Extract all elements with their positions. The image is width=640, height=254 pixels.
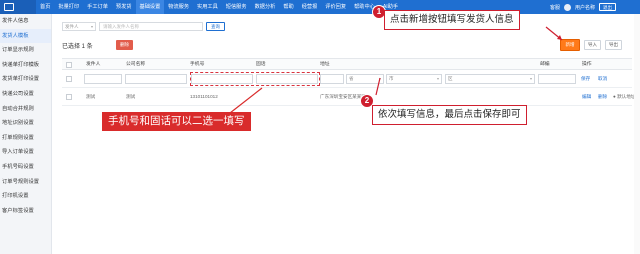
- sidebar-item[interactable]: 快递公司设置: [0, 87, 51, 102]
- phone-hint-callout: 手机号和固话可以二选一填写: [102, 112, 251, 131]
- chevron-down-icon: ▾: [90, 24, 93, 29]
- sidebar-item[interactable]: 发货单打印设置: [0, 72, 51, 87]
- user-name[interactable]: 用户名称: [575, 4, 595, 11]
- sidebar: 发件人信息 发货人模板 订单显示规则 快递单打印模板 发货单打印设置 快递公司设置 自动合并…: [0, 14, 52, 254]
- main-nav: 首页 批量打印 手工订单 预发货 基础设置 物流服务 实用工具 短信服务 数据分析 帮助 经营报 评价…: [36, 0, 402, 14]
- nav-item[interactable]: 手工订单: [83, 0, 112, 14]
- nav-item[interactable]: 基础设置: [135, 0, 165, 14]
- support-link[interactable]: 客服: [550, 4, 560, 11]
- nav-item[interactable]: 批量打印: [54, 0, 83, 14]
- phone-landline-highlight: [190, 72, 320, 86]
- export-button[interactable]: 导出: [605, 40, 622, 50]
- sidebar-item[interactable]: 地址识别设置: [0, 116, 51, 131]
- search-field-select-value: 发件人: [65, 24, 79, 29]
- city-select-value: 市: [389, 76, 394, 81]
- district-select[interactable]: 区 ▾: [445, 74, 535, 84]
- cell-address: 广东深圳宝安区某某路: [320, 94, 366, 99]
- step-2-callout: 依次填写信息，最后点击保存即可: [372, 105, 527, 125]
- sender-table: 发件人 公司名称 手机号 固话 地址 邮编 操作 省▾ 市▾ 区▾: [62, 58, 635, 106]
- avatar[interactable]: [563, 3, 571, 11]
- main-content: 发件人 ▾ 请输入发件人名称 查询 已选择 1 条 删除 新增 导入 导出 发件…: [56, 14, 635, 254]
- cancel-link[interactable]: 取消: [598, 70, 607, 88]
- selected-count: 已选择 1 条: [62, 44, 93, 50]
- sidebar-item[interactable]: 打印机设置: [0, 189, 51, 204]
- sidebar-item[interactable]: 发件人信息: [0, 14, 51, 29]
- sender-name-input[interactable]: [84, 74, 122, 84]
- phone-hint-arrow-icon: [229, 87, 263, 114]
- top-nav-bar: 首页 批量打印 手工订单 预发货 基础设置 物流服务 实用工具 短信服务 数据分析 帮助 经营报 评价…: [0, 0, 640, 14]
- sidebar-item[interactable]: 快递单打印模板: [0, 58, 51, 73]
- district-select-value: 区: [448, 76, 453, 81]
- cell-sender: 测试: [86, 94, 96, 99]
- logout-button[interactable]: 退出: [599, 3, 616, 11]
- nav-item[interactable]: 帮助: [279, 0, 297, 14]
- select-all-checkbox[interactable]: [66, 62, 72, 68]
- province-select-value: 省: [349, 76, 354, 81]
- sidebar-item[interactable]: 自动合并规则: [0, 102, 51, 117]
- sidebar-item[interactable]: 客户标签设置: [0, 204, 51, 219]
- table-header: 发件人 公司名称 手机号 固话 地址 邮编 操作: [62, 58, 632, 70]
- row-checkbox[interactable]: [66, 94, 72, 100]
- default-address-toggle[interactable]: ● 默认地址: [613, 88, 635, 106]
- city-select[interactable]: 市 ▾: [386, 74, 442, 84]
- save-link[interactable]: 保存: [581, 70, 590, 88]
- cell-company: 测试: [126, 94, 136, 99]
- delete-button[interactable]: 删除: [116, 40, 133, 50]
- search-field-select[interactable]: 发件人 ▾: [62, 22, 96, 31]
- sidebar-item[interactable]: 手机号码设置: [0, 160, 51, 175]
- nav-item[interactable]: 短信服务: [222, 0, 251, 14]
- step-1-callout: 点击新增按钮填写发货人信息: [384, 10, 520, 30]
- sidebar-item[interactable]: 打单规则设置: [0, 131, 51, 146]
- search-row: 发件人 ▾ 请输入发件人名称 查询: [62, 22, 225, 31]
- zip-input[interactable]: [538, 74, 576, 84]
- nav-item[interactable]: 实用工具: [193, 0, 222, 14]
- edit-link[interactable]: 编辑: [582, 88, 591, 106]
- app-logo-icon: [4, 3, 14, 11]
- search-button[interactable]: 查询: [206, 22, 225, 31]
- search-input[interactable]: 请输入发件人名称: [99, 22, 203, 31]
- nav-item[interactable]: 首页: [36, 0, 54, 14]
- nav-item[interactable]: 评价回复: [321, 0, 350, 14]
- edit-row: 省▾ 市▾ 区▾ 保存 取消: [62, 70, 632, 88]
- sidebar-item[interactable]: 发货人模板: [0, 28, 51, 44]
- nav-item[interactable]: 经营报: [298, 0, 322, 14]
- chevron-down-icon: ▾: [436, 76, 439, 81]
- chevron-down-icon: ▾: [529, 76, 532, 81]
- import-button[interactable]: 导入: [584, 40, 601, 50]
- default-address-label: 默认地址: [617, 94, 636, 99]
- sidebar-item[interactable]: 订单显示规则: [0, 43, 51, 58]
- sidebar-item[interactable]: 订单号规则设置: [0, 175, 51, 190]
- row-checkbox[interactable]: [66, 76, 72, 82]
- table-row: 测试 测试 13101101012 广东深圳宝安区某某路 编辑 删除 ● 默认地…: [62, 88, 635, 106]
- step-1-arrow-icon: [545, 26, 563, 41]
- logo-area: [0, 0, 36, 14]
- step-2-arrow-icon: [375, 77, 381, 96]
- nav-item[interactable]: 数据分析: [251, 0, 280, 14]
- company-input[interactable]: [125, 74, 187, 84]
- sidebar-item[interactable]: 导入订单设置: [0, 145, 51, 160]
- delete-link[interactable]: 删除: [598, 88, 607, 106]
- top-right-area: 客服 用户名称 退出: [550, 0, 616, 14]
- nav-item[interactable]: 物流服务: [164, 0, 193, 14]
- nav-item[interactable]: 预发货: [112, 0, 136, 14]
- scrollbar[interactable]: [634, 14, 640, 254]
- address-prefix-input[interactable]: [320, 74, 344, 84]
